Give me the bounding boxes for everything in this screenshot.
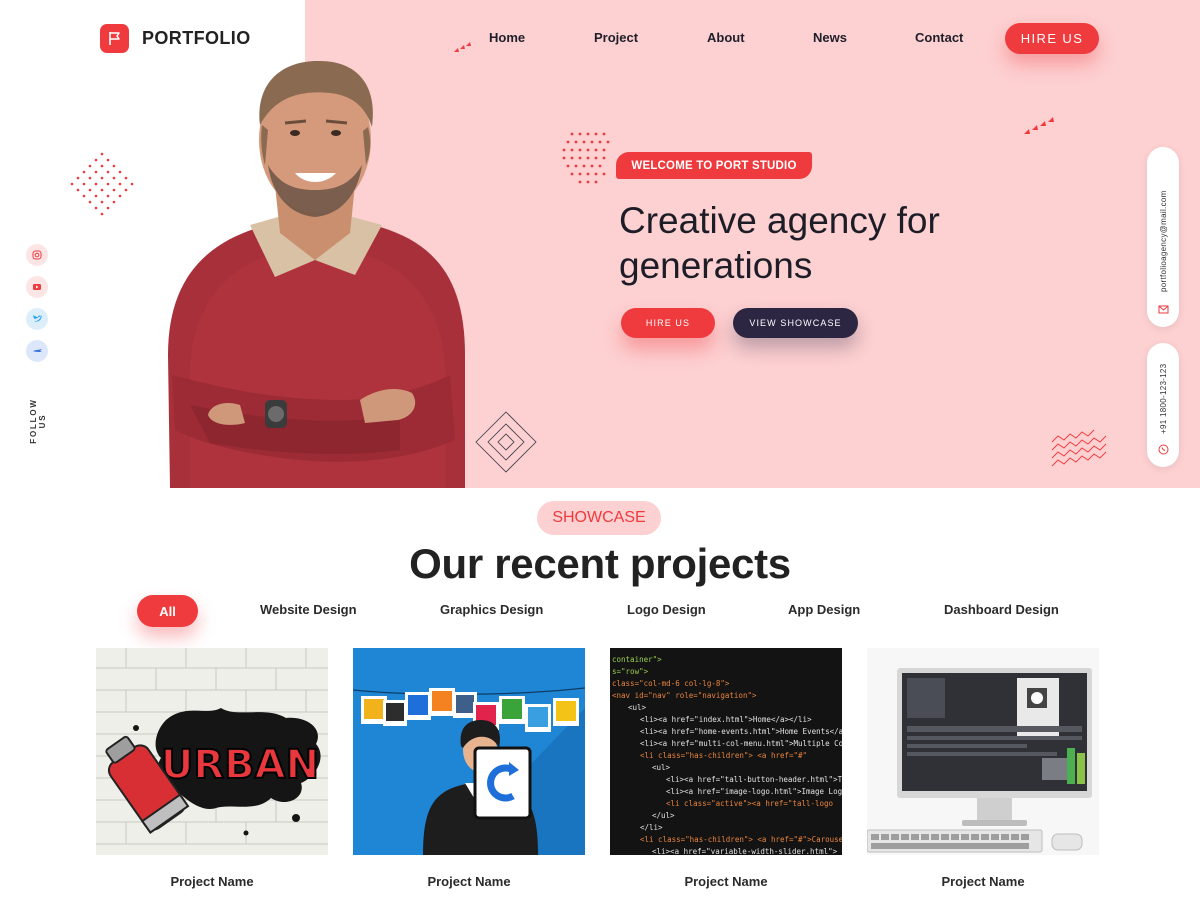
youtube-icon[interactable]: [26, 276, 48, 298]
svg-text:class="col-md-6 col-lg-8">: class="col-md-6 col-lg-8">: [612, 679, 730, 688]
nav-news[interactable]: News: [813, 30, 847, 45]
follow-us-label: FOLLOW US: [29, 398, 47, 444]
nested-diamond-decoration: [475, 411, 537, 473]
nav-project[interactable]: Project: [594, 30, 638, 45]
project-card: Project Name: [866, 648, 1099, 889]
hero-person-image: [168, 60, 465, 488]
brand-logo[interactable]: PORTFOLIO: [100, 24, 251, 53]
svg-text:</ul>: </ul>: [652, 811, 675, 820]
section-title: Our recent projects: [409, 540, 791, 587]
phone-text: +91 1800-123-123: [1158, 363, 1168, 434]
hire-us-button[interactable]: HIRE US: [621, 308, 715, 338]
svg-text:<li><a href="image-logo.html">: <li><a href="image-logo.html">Image Logo: [666, 787, 842, 796]
hero-headline: Creative agency for generations: [619, 200, 940, 286]
phone-icon: [1158, 444, 1168, 455]
flag-icon: [100, 24, 129, 53]
urban-graffiti-text: URBAN: [161, 742, 319, 788]
svg-text:<li><a href="index.html">Home<: <li><a href="index.html">Home</a></li>: [640, 715, 812, 724]
email-text: portfolioagency@mail.com: [1158, 190, 1168, 292]
project-thumbnail-code[interactable]: container"> s="row"> class="col-md-6 col…: [610, 648, 861, 856]
project-name[interactable]: Project Name: [353, 874, 585, 889]
svg-text:<li><a href="variable-width-sl: <li><a href="variable-width-slider.html"…: [652, 847, 838, 855]
email-contact-pill[interactable]: portfolioagency@mail.com: [1147, 147, 1179, 327]
project-card: URBAN Project Name: [96, 648, 328, 889]
project-name[interactable]: Project Name: [96, 874, 328, 889]
filter-app-design[interactable]: App Design: [788, 602, 860, 617]
nav-home[interactable]: Home: [489, 30, 525, 45]
svg-text:<li class="has-children"> <a h: <li class="has-children"> <a href="#">Ca…: [640, 835, 842, 844]
view-showcase-button[interactable]: VIEW SHOWCASE: [733, 308, 858, 338]
project-card: container"> s="row"> class="col-md-6 col…: [610, 648, 861, 889]
filter-dashboard-design[interactable]: Dashboard Design: [944, 602, 1059, 617]
svg-text:container">: container">: [612, 655, 662, 664]
arrow-decoration: [454, 42, 471, 52]
phone-contact-pill[interactable]: +91 1800-123-123: [1147, 343, 1179, 467]
nav-about[interactable]: About: [707, 30, 745, 45]
arrow-decoration-right: [1024, 117, 1054, 134]
project-thumbnail-dashboard[interactable]: [866, 648, 1099, 855]
mail-icon: [1158, 305, 1168, 314]
brand-name: PORTFOLIO: [142, 28, 251, 48]
svg-text:<li><a href="multi-col-menu.ht: <li><a href="multi-col-menu.html">Multip…: [640, 739, 842, 748]
showcase-badge: SHOWCASE: [537, 501, 661, 535]
svg-text:<nav id="nav" role="navigation: <nav id="nav" role="navigation">: [612, 691, 757, 700]
project-filters: All Website Design Graphics Design Logo …: [0, 595, 1200, 627]
project-thumbnail-urban[interactable]: URBAN: [96, 648, 328, 855]
svg-text:<li><a href="tall-button-heade: <li><a href="tall-button-header.html">Ta…: [666, 775, 842, 784]
twitter-icon[interactable]: [26, 308, 48, 330]
social-links: [26, 244, 48, 362]
hire-us-header-button[interactable]: HIRE US: [1005, 23, 1099, 54]
project-name[interactable]: Project Name: [867, 874, 1099, 889]
instagram-icon[interactable]: [26, 244, 48, 266]
svg-text:<ul>: <ul>: [652, 763, 671, 772]
svg-text:s="row">: s="row">: [612, 667, 649, 676]
svg-text:<li><a href="home-events.html": <li><a href="home-events.html">Home Even…: [640, 727, 842, 736]
nav-contact[interactable]: Contact: [915, 30, 963, 45]
svg-text:<li class="has-children"> <a h: <li class="has-children"> <a href="#": [640, 751, 807, 760]
dot-grid-decoration: [562, 132, 610, 184]
filter-logo-design[interactable]: Logo Design: [627, 602, 706, 617]
svg-text:</li>: </li>: [640, 823, 663, 832]
svg-text:<ul>: <ul>: [628, 703, 647, 712]
facebook-icon[interactable]: [26, 340, 48, 362]
zigzag-decoration: [1051, 429, 1107, 467]
project-thumbnail-social-media[interactable]: [352, 648, 586, 855]
project-name[interactable]: Project Name: [610, 874, 842, 889]
project-card: Project Name: [352, 648, 586, 889]
welcome-tag: WELCOME TO PORT STUDIO: [616, 152, 812, 179]
dot-diamond-decoration: [70, 152, 134, 216]
filter-website-design[interactable]: Website Design: [260, 602, 357, 617]
filter-all[interactable]: All: [137, 595, 198, 627]
filter-graphics-design[interactable]: Graphics Design: [440, 602, 543, 617]
svg-text:<li class="active"><a href="ta: <li class="active"><a href="tall-logo: [666, 799, 834, 808]
